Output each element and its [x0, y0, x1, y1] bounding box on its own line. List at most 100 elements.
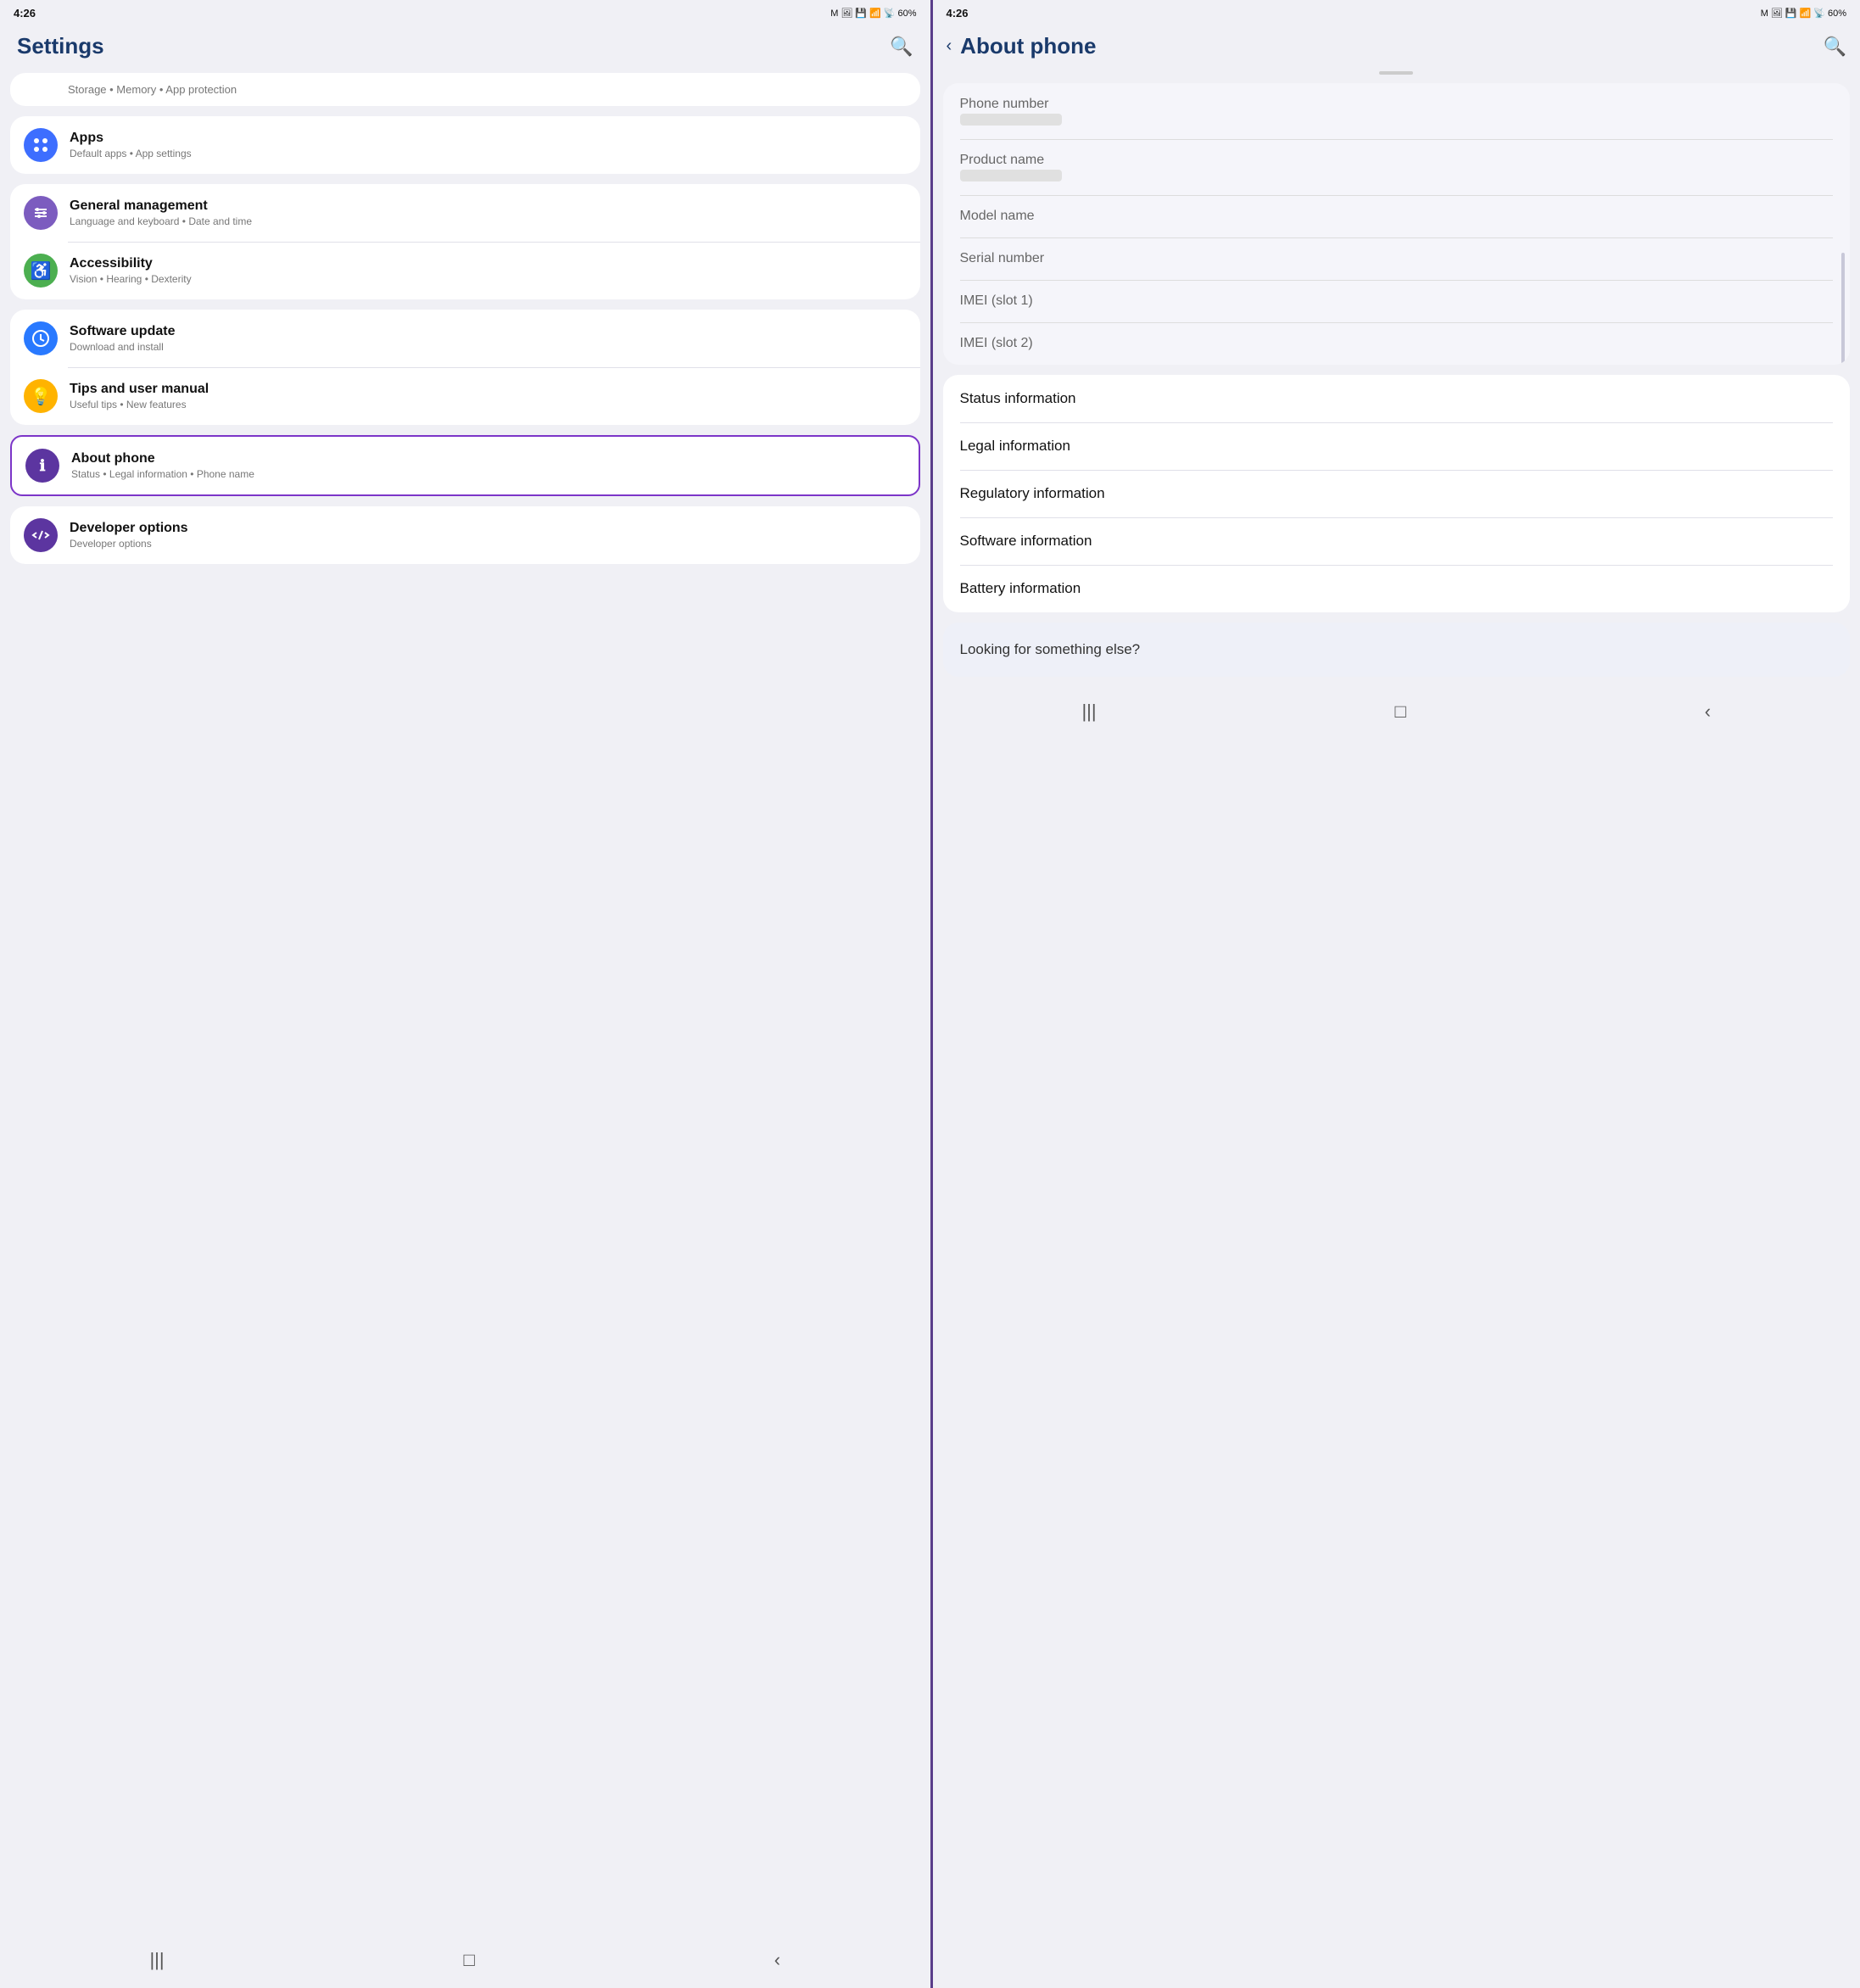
- right-header: ‹ About phone 🔍: [933, 23, 1860, 66]
- apps-text: Apps Default apps • App settings: [70, 131, 907, 159]
- about-subtitle: Status • Legal information • Phone name: [71, 468, 905, 480]
- general-title: General management: [70, 198, 907, 214]
- section-battery[interactable]: Battery information: [943, 565, 1851, 612]
- developer-text: Developer options Developer options: [70, 521, 907, 550]
- general-icon: [24, 196, 58, 230]
- card-general: General management Language and keyboard…: [10, 184, 920, 299]
- accessibility-title: Accessibility: [70, 256, 907, 271]
- wifi-icon: 📶: [869, 8, 881, 19]
- photo-icon: 🖼: [841, 8, 852, 19]
- software-title: Software update: [70, 324, 907, 339]
- recents-button-left[interactable]: |||: [149, 1949, 164, 1971]
- info-item-product-name[interactable]: Product name: [943, 139, 1851, 195]
- time-right: 4:26: [947, 7, 969, 20]
- settings-item-developer[interactable]: Developer options Developer options: [10, 506, 920, 564]
- time-left: 4:26: [14, 7, 36, 20]
- info-item-model-name[interactable]: Model name: [943, 195, 1851, 237]
- general-subtitle: Language and keyboard • Date and time: [70, 215, 907, 227]
- nav-bar-right: ||| □ ‹: [933, 687, 1860, 740]
- settings-item-apps[interactable]: Apps Default apps • App settings: [10, 116, 920, 174]
- info-item-phone-number[interactable]: Phone number: [943, 83, 1851, 139]
- section-legal[interactable]: Legal information: [943, 422, 1851, 470]
- developer-title: Developer options: [70, 521, 907, 536]
- card-developer: Developer options Developer options: [10, 506, 920, 564]
- about-info-card: Phone number Product name Model name Ser…: [943, 83, 1851, 365]
- product-name-label: Product name: [960, 153, 1834, 168]
- general-text: General management Language and keyboard…: [70, 198, 907, 227]
- status-bar-right: 4:26 M 🖼 💾 📶 📡 60%: [933, 0, 1860, 23]
- phone-number-label: Phone number: [960, 97, 1834, 112]
- left-panel: 4:26 M 🖼 💾 📶 📡 60% Settings 🔍 Storage • …: [0, 0, 930, 1988]
- battery-left: 60%: [897, 8, 916, 19]
- storage-text: Storage • Memory • App protection: [68, 83, 907, 96]
- page-title-left: Settings: [17, 33, 104, 59]
- signal-icon-right: 📡: [1813, 8, 1825, 19]
- accessibility-icon: ♿: [24, 254, 58, 288]
- tips-title: Tips and user manual: [70, 382, 907, 397]
- about-text: About phone Status • Legal information •…: [71, 451, 905, 480]
- right-panel: 4:26 M 🖼 💾 📶 📡 60% ‹ About phone 🔍 Phone…: [930, 0, 1860, 1988]
- about-sections-card: Status information Legal information Reg…: [943, 375, 1851, 612]
- home-button-left[interactable]: □: [464, 1949, 475, 1971]
- section-software[interactable]: Software information: [943, 517, 1851, 565]
- back-button-left[interactable]: ‹: [774, 1949, 780, 1971]
- settings-list: Storage • Memory • App protection Apps D: [0, 66, 930, 1935]
- back-button-right-nav[interactable]: ‹: [1705, 701, 1711, 723]
- tips-subtitle: Useful tips • New features: [70, 399, 907, 410]
- signal-icon: 📡: [884, 8, 896, 19]
- serial-number-label: Serial number: [960, 251, 1834, 266]
- accessibility-subtitle: Vision • Hearing • Dexterity: [70, 273, 907, 285]
- search-icon-left[interactable]: 🔍: [890, 36, 913, 58]
- scroll-track: [1841, 253, 1845, 365]
- settings-item-tips[interactable]: 💡 Tips and user manual Useful tips • New…: [10, 367, 920, 425]
- settings-item-software[interactable]: Software update Download and install: [10, 310, 920, 367]
- developer-subtitle: Developer options: [70, 538, 907, 550]
- apps-title: Apps: [70, 131, 907, 146]
- back-button-right[interactable]: ‹: [947, 36, 952, 56]
- info-item-imei1[interactable]: IMEI (slot 1): [943, 280, 1851, 322]
- save-icon-right: 💾: [1785, 8, 1797, 19]
- tips-text: Tips and user manual Useful tips • New f…: [70, 382, 907, 410]
- wifi-icon-right: 📶: [1800, 8, 1812, 19]
- product-name-value: [960, 170, 1062, 181]
- info-item-serial-number[interactable]: Serial number: [943, 237, 1851, 280]
- tips-icon: 💡: [24, 379, 58, 413]
- accessibility-text: Accessibility Vision • Hearing • Dexteri…: [70, 256, 907, 285]
- card-software: Software update Download and install 💡 T…: [10, 310, 920, 425]
- recents-button-right[interactable]: |||: [1081, 701, 1096, 723]
- looking-text: Looking for something else?: [960, 641, 1141, 657]
- home-button-right[interactable]: □: [1395, 701, 1406, 723]
- section-status[interactable]: Status information: [943, 375, 1851, 422]
- save-icon: 💾: [855, 8, 867, 19]
- settings-item-storage[interactable]: Storage • Memory • App protection: [10, 73, 920, 106]
- card-about: ℹ About phone Status • Legal information…: [10, 435, 920, 496]
- card-storage: Storage • Memory • App protection: [10, 73, 920, 106]
- developer-icon: [24, 518, 58, 552]
- card-apps: Apps Default apps • App settings: [10, 116, 920, 174]
- settings-item-general[interactable]: General management Language and keyboard…: [10, 184, 920, 242]
- battery-right: 60%: [1828, 8, 1846, 19]
- scroll-indicator: [1379, 71, 1413, 75]
- software-icon: [24, 321, 58, 355]
- settings-item-about[interactable]: ℹ About phone Status • Legal information…: [12, 437, 919, 494]
- storage-subtitle: Storage • Memory • App protection: [68, 83, 907, 96]
- section-regulatory[interactable]: Regulatory information: [943, 470, 1851, 517]
- software-subtitle: Download and install: [70, 341, 907, 353]
- photo-icon-right: 🖼: [1771, 8, 1783, 19]
- phone-number-value: [960, 114, 1062, 126]
- settings-item-accessibility[interactable]: ♿ Accessibility Vision • Hearing • Dexte…: [10, 242, 920, 299]
- page-title-right: About phone: [960, 33, 1096, 59]
- search-icon-right[interactable]: 🔍: [1824, 36, 1846, 58]
- apps-icon: [24, 128, 58, 162]
- apps-subtitle: Default apps • App settings: [70, 148, 907, 159]
- about-title: About phone: [71, 451, 905, 466]
- looking-card[interactable]: Looking for something else?: [943, 623, 1851, 677]
- mail-icon-right: M: [1761, 8, 1768, 19]
- status-bar-left: 4:26 M 🖼 💾 📶 📡 60%: [0, 0, 930, 23]
- about-icon: ℹ: [25, 449, 59, 483]
- imei1-label: IMEI (slot 1): [960, 293, 1834, 309]
- nav-bar-left: ||| □ ‹: [0, 1935, 930, 1988]
- imei2-label: IMEI (slot 2): [960, 336, 1834, 351]
- left-header: Settings 🔍: [0, 23, 930, 66]
- info-item-imei2[interactable]: IMEI (slot 2): [943, 322, 1851, 365]
